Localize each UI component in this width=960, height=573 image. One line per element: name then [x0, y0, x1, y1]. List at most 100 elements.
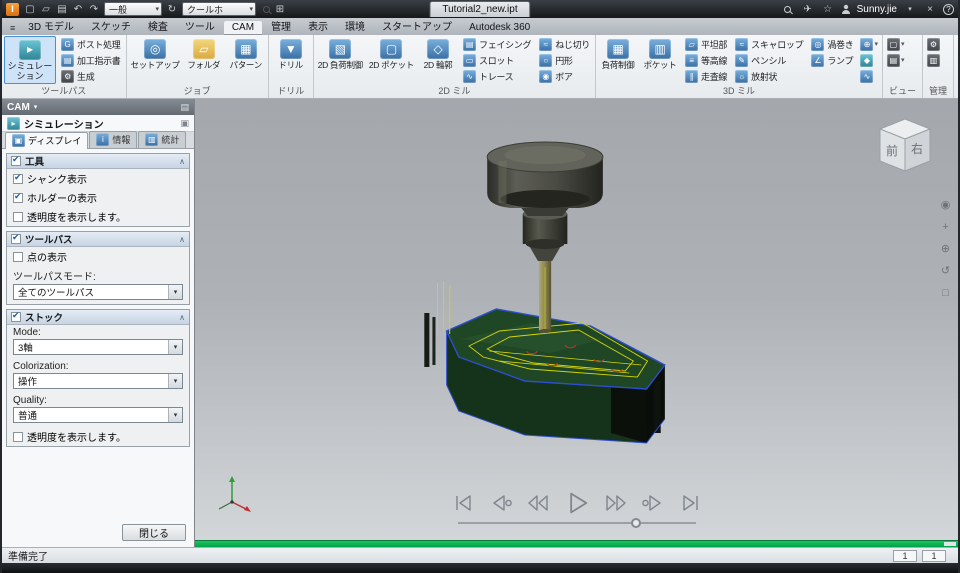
scallop-button[interactable]: ≈ スキャロップ [732, 36, 806, 52]
2d-adaptive-button[interactable]: ▧ 2D 負荷制御 [316, 36, 365, 70]
stock-quality-dropdown[interactable]: 普通 ▾ [13, 407, 183, 423]
next-operation-button[interactable] [641, 492, 665, 514]
mill3d-extra-button-3[interactable]: ∿ [858, 68, 880, 84]
tab-info[interactable]: i 情報 [89, 131, 138, 148]
ribbon-menu-icon[interactable]: ≡ [6, 23, 19, 35]
3d-pocket-button[interactable]: ▥ ポケット [640, 36, 680, 70]
pencil-button[interactable]: ✎ ペンシル [732, 52, 806, 68]
section-stock-header[interactable]: ストック ∧ [7, 310, 189, 325]
tab-manage[interactable]: 管理 [263, 17, 299, 35]
simulation-position-slider[interactable] [457, 518, 696, 528]
play-button[interactable] [563, 490, 591, 516]
adjust-icon[interactable]: ⊞ [273, 2, 287, 16]
tab-inspect[interactable]: 検査 [140, 17, 176, 35]
viewport-3d[interactable]: 前 右 ◉ + ⊕ ↺ □ [195, 99, 958, 540]
favorites-star-icon[interactable]: ☆ [821, 2, 835, 16]
view-toggle-button[interactable]: ▢ ▾ [885, 36, 907, 52]
generate-button[interactable]: ⚙ 生成 [58, 68, 124, 84]
previous-operation-button[interactable] [489, 492, 513, 514]
radial-button[interactable]: ☼ 放射状 [732, 68, 806, 84]
browser-options-icon[interactable]: ▤ [180, 102, 189, 113]
save-icon[interactable]: ▤ [55, 2, 69, 16]
user-menu-chevron-icon[interactable]: ▾ [903, 2, 917, 16]
tab-3d-model[interactable]: 3D モデル [20, 17, 82, 35]
spiral-button[interactable]: ◎ 渦巻き [808, 36, 856, 52]
folder-button[interactable]: ▱ フォルダ [184, 36, 224, 70]
tab-tools[interactable]: ツール [177, 17, 223, 35]
ramp-button[interactable]: ∠ ランプ [808, 52, 856, 68]
trace-button[interactable]: ∿ トレース [460, 68, 534, 84]
mill3d-extra-button-2[interactable]: ◆ [858, 52, 880, 68]
new-file-icon[interactable]: ▢ [23, 2, 37, 16]
zoom-icon[interactable]: ⊕ [938, 241, 953, 256]
simulation-button[interactable]: ▸ シミュレーション [4, 36, 56, 84]
toolpath-mode-dropdown[interactable]: 全てのツールパス ▾ [13, 284, 183, 300]
share-icon[interactable]: ✈ [801, 2, 815, 16]
close-button[interactable]: 閉じる [122, 524, 186, 541]
user-name[interactable]: Sunny.jie [857, 4, 897, 15]
shank-checkbox[interactable] [13, 172, 23, 184]
go-to-start-button[interactable] [452, 492, 476, 514]
sign-out-icon[interactable]: × [923, 2, 937, 16]
setup-sheet-button[interactable]: ▤ 加工指示書 [58, 52, 124, 68]
tool-transparency-checkbox[interactable] [13, 211, 23, 222]
go-to-end-button[interactable] [678, 492, 702, 514]
holder-checkbox[interactable] [13, 191, 23, 203]
search-icon[interactable] [781, 2, 795, 16]
undo-icon[interactable]: ↶ [71, 2, 85, 16]
stock-mode-dropdown[interactable]: 3軸 ▾ [13, 339, 183, 355]
tab-sketch[interactable]: スケッチ [83, 17, 139, 35]
step-forward-button[interactable] [604, 492, 628, 514]
thread-button[interactable]: ≈ ねじ切り [536, 36, 593, 52]
bore-button[interactable]: ◉ ボア [536, 68, 593, 84]
tab-statistics[interactable]: ▥ 統計 [138, 131, 187, 148]
flat-button[interactable]: ▱ 平坦部 [682, 36, 730, 52]
stock-enabled-checkbox[interactable] [11, 310, 21, 322]
steering-wheel-icon[interactable]: ◉ [938, 197, 953, 212]
manage-library-button[interactable]: ▥ [925, 52, 942, 68]
tab-environments[interactable]: 環境 [337, 17, 373, 35]
viewcube[interactable]: 前 右 [868, 109, 944, 185]
post-process-button[interactable]: G ポスト処理 [58, 36, 124, 52]
orbit-icon[interactable]: ↺ [938, 263, 953, 278]
mill3d-extra-button-1[interactable]: ⊕ ▾ [858, 36, 880, 52]
tool-enabled-checkbox[interactable] [11, 154, 21, 166]
setup-button[interactable]: ◎ セットアップ [129, 36, 182, 70]
refresh-icon[interactable]: ↻ [165, 2, 179, 16]
tab-autodesk360[interactable]: Autodesk 360 [461, 21, 538, 35]
contour-3d-button[interactable]: ≡ 等高線 [682, 52, 730, 68]
slot-button[interactable]: ▭ スロット [460, 52, 534, 68]
section-toolpath-header[interactable]: ツールパス ∧ [7, 232, 189, 247]
stock-transparency-checkbox[interactable] [13, 431, 23, 442]
collapse-chevron-icon[interactable]: ∧ [179, 235, 185, 244]
redo-icon[interactable]: ↷ [87, 2, 101, 16]
step-back-button[interactable] [526, 492, 550, 514]
appearance-dropdown[interactable]: クールホ ▾ [182, 2, 256, 16]
2d-pocket-button[interactable]: ▢ 2D ポケット [367, 36, 416, 70]
slider-handle[interactable] [631, 518, 641, 528]
section-tool-header[interactable]: 工具 ∧ [7, 154, 189, 169]
browser-dropdown-icon[interactable]: ▾ [34, 103, 38, 111]
tab-view[interactable]: 表示 [300, 17, 336, 35]
tab-display[interactable]: ▣ ディスプレイ [5, 132, 89, 149]
open-file-icon[interactable]: ▱ [39, 2, 53, 16]
slider-track[interactable] [457, 522, 696, 524]
material-dropdown[interactable]: 一般 ▾ [104, 2, 162, 16]
parallel-button[interactable]: ∥ 走査線 [682, 68, 730, 84]
toolpath-enabled-checkbox[interactable] [11, 232, 21, 244]
inventor-logo-icon[interactable]: I [6, 2, 19, 16]
appearance-search-icon[interactable] [259, 2, 273, 16]
tab-cam[interactable]: CAM [223, 21, 263, 35]
help-tutorial-button[interactable]: ? ヘルプ/チュートリアル [956, 36, 958, 70]
pan-icon[interactable]: + [938, 219, 953, 234]
circular-button[interactable]: ○ 円形 [536, 52, 593, 68]
collapse-chevron-icon[interactable]: ∧ [179, 157, 185, 166]
tab-getstarted[interactable]: スタートアップ [374, 17, 460, 35]
stock-colorization-dropdown[interactable]: 操作 ▾ [13, 373, 183, 389]
help-icon[interactable]: ? [943, 3, 954, 15]
2d-contour-button[interactable]: ◇ 2D 輪郭 [418, 36, 458, 70]
viewport-3d-scene[interactable] [195, 99, 958, 540]
points-checkbox[interactable] [13, 251, 23, 262]
view-list-button[interactable]: ▤ ▾ [885, 52, 907, 68]
manage-settings-button[interactable]: ⚙ [925, 36, 942, 52]
